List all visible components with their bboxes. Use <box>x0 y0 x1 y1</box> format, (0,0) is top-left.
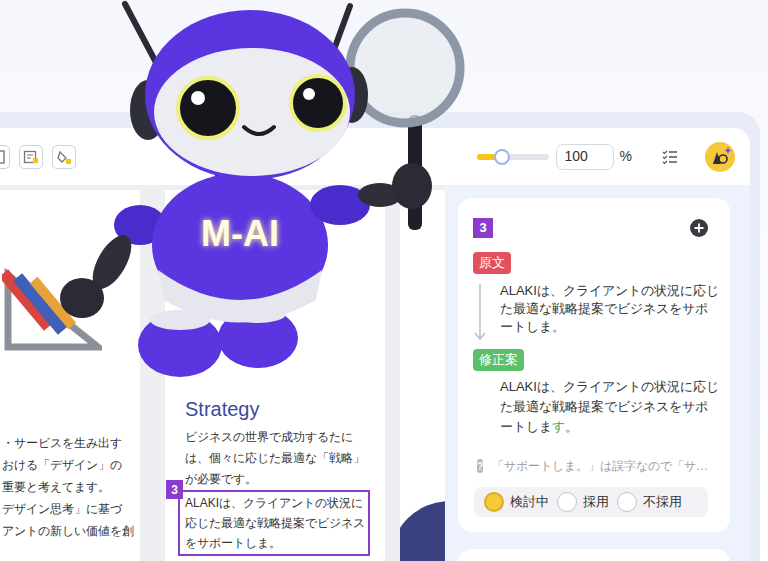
status-radio-group: 検討中 採用 不採用 <box>474 487 708 517</box>
hint-text: 「サポートしま。」は誤字なので「サ… <box>492 457 708 475</box>
changed-text: す <box>552 419 565 434</box>
suggestion-card[interactable]: 3 原文 ALAKIは、クライアントの状況に応じた最適な戦略提案でビジネスをサポ… <box>458 198 730 532</box>
text-line: ートします。 <box>500 417 708 437</box>
text-line: アントの新しい価値を創 <box>2 520 140 542</box>
zoom-slider[interactable] <box>477 154 549 160</box>
original-text: ALAKIは、クライアントの状況に応じた最適な戦略提案でビジネスをサポートしま。 <box>500 280 719 340</box>
top-bar: 100 % <box>0 128 750 185</box>
text-line: 応じた最適な戦略提案でビジネス <box>185 513 366 533</box>
checklist-icon[interactable] <box>662 149 678 165</box>
document-page: ・サービスを生み出すおける「デザイン」の重要と考えてます。デザイン思考」に基づア… <box>0 190 140 561</box>
text-line: が必要です。 <box>185 469 370 490</box>
hint-row: ? 「サポートしま。」は誤字なので「サ… <box>473 457 708 475</box>
text-line: ALAKIは、クライアントの状況に応じ <box>500 377 708 397</box>
radio-button[interactable] <box>617 492 637 512</box>
text-segment: ALAKIは、クライアントの状況に応じ <box>500 379 719 394</box>
original-tag: 原文 <box>473 252 511 274</box>
zoom-slider-knob[interactable] <box>494 149 510 165</box>
radio-label: 採用 <box>583 492 609 512</box>
text-segment: ートしま <box>500 419 552 434</box>
fill-icon <box>56 149 72 165</box>
text-line: ALAKIは、クライアントの状況に応じ <box>500 282 719 300</box>
text-line: 重要と考えてます。 <box>2 476 140 498</box>
text-line: た最適な戦略提案でビジネスをサポ <box>500 300 719 318</box>
zoom-unit: % <box>620 146 632 167</box>
mascot-label: M-AI <box>185 214 295 254</box>
app-frame: 100 % ・サービスを生み出すおける「デザイン」 <box>0 112 760 561</box>
status-option[interactable]: 採用 <box>557 492 609 512</box>
highlighted-sentence[interactable]: ALAKIは、クライアントの状況に応じた最適な戦略提案でビジネスをサポートしま。 <box>178 490 370 556</box>
text-line: デザイン思考」に基づ <box>2 498 140 520</box>
revised-text: ALAKIは、クライアントの状況に応じた最適な戦略提案でビジネスをサポートします… <box>473 377 708 437</box>
image-edit-icon <box>23 149 39 165</box>
document-page <box>400 190 445 561</box>
suggestion-panel: 3 原文 ALAKIは、クライアントの状況に応じた最適な戦略提案でビジネスをサポ… <box>445 185 750 561</box>
text-segment: た最適な戦略提案でビジネスをサポ <box>500 399 708 414</box>
arrow-down-icon <box>473 284 487 340</box>
plus-icon[interactable] <box>690 219 708 237</box>
page-decoration <box>400 501 445 561</box>
document-page: Strategy ビジネスの世界で成功するたには、個々に応じた最適な「戦略」が必… <box>165 190 385 561</box>
ai-avatar-icon[interactable] <box>705 142 735 172</box>
stationery-illustration-icon <box>2 255 102 355</box>
text-line: おける「デザイン」の <box>2 454 140 476</box>
zoom-value: 100 <box>565 146 588 167</box>
text-segment: 。 <box>565 419 578 434</box>
radio-button[interactable] <box>557 492 577 512</box>
section-heading: Strategy <box>185 397 370 421</box>
page-text: ・サービスを生み出すおける「デザイン」の重要と考えてます。デザイン思考」に基づア… <box>2 432 140 542</box>
text-line: ビジネスの世界で成功するたに <box>185 427 370 448</box>
help-icon: ? <box>477 459 483 473</box>
issue-badge[interactable]: 3 <box>166 480 183 499</box>
text-line: は、個々に応じた最適な「戦略」 <box>185 448 370 469</box>
radio-button[interactable] <box>484 492 504 512</box>
workspace: ・サービスを生み出すおける「デザイン」の重要と考えてます。デザイン思考」に基づア… <box>0 185 750 561</box>
suggestion-card[interactable] <box>458 549 730 561</box>
radio-label: 検討中 <box>510 492 549 512</box>
text-line: ートしま。 <box>500 318 719 336</box>
robot-mascot-icon <box>0 0 768 400</box>
issue-badge: 3 <box>473 218 493 238</box>
highlight-text: ALAKIは、クライアントの状況に応じた最適な戦略提案でビジネスをサポートしま。 <box>185 493 366 553</box>
zoom-input[interactable]: 100 <box>556 144 614 170</box>
revised-tag: 修正案 <box>473 349 524 371</box>
tool-button[interactable] <box>0 145 10 169</box>
status-option[interactable]: 不採用 <box>617 492 682 512</box>
document-area: ・サービスを生み出すおける「デザイン」の重要と考えてます。デザイン思考」に基づア… <box>0 185 445 561</box>
page-text: ビジネスの世界で成功するたには、個々に応じた最適な「戦略」が必要です。 <box>185 427 370 490</box>
text-line: た最適な戦略提案でビジネスをサポ <box>500 397 708 417</box>
tool-button[interactable] <box>19 145 43 169</box>
text-line: ・サービスを生み出す <box>2 432 140 454</box>
text-line: をサポートしま。 <box>185 533 366 553</box>
radio-label: 不採用 <box>643 492 682 512</box>
tool-button[interactable] <box>52 145 76 169</box>
edit-toolbar <box>0 145 76 169</box>
status-option[interactable]: 検討中 <box>484 492 549 512</box>
text-line: ALAKIは、クライアントの状況に <box>185 493 366 513</box>
grid-icon <box>0 150 5 164</box>
